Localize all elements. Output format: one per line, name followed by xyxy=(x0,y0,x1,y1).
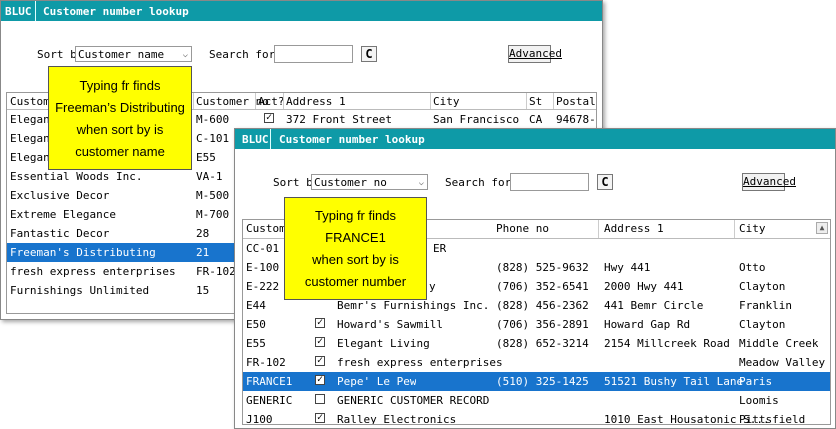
active-checkbox[interactable]: ✓ xyxy=(315,413,325,423)
refresh-button[interactable]: C xyxy=(597,174,613,190)
refresh-icon: C xyxy=(601,175,609,189)
table-row[interactable]: J100 ✓ Ralley Electronics 1010 East Hous… xyxy=(243,410,830,425)
callout-sort-by-name: Typing fr finds Freeman’s Distributing w… xyxy=(48,66,192,170)
sort-by-select[interactable]: Customer no ⌵ xyxy=(311,174,428,190)
col-header-phone[interactable]: Phone no xyxy=(496,222,549,235)
table-row[interactable]: E55 ✓ Elegant Living (828) 652-3214 2154… xyxy=(243,334,830,353)
app-code: BLUC xyxy=(5,5,32,18)
table-row[interactable]: FR-102 ✓ fresh express enterprises Meado… xyxy=(243,353,830,372)
search-for-label: Search for xyxy=(445,176,512,189)
refresh-icon: C xyxy=(365,47,373,61)
scroll-up-button[interactable]: ▲ xyxy=(816,222,828,234)
col-header-active[interactable]: Act? xyxy=(258,95,285,108)
title-bar: BLUC Customer number lookup xyxy=(235,129,835,149)
refresh-button[interactable]: C xyxy=(361,46,377,62)
table-row[interactable]: E50 ✓ Howard's Sawmill (706) 356-2891 Ho… xyxy=(243,315,830,334)
search-input[interactable] xyxy=(274,45,353,63)
chevron-down-icon: ⌵ xyxy=(418,178,424,188)
active-checkbox[interactable]: ✓ xyxy=(315,356,325,366)
col-header-state[interactable]: St xyxy=(529,95,542,108)
col-header-city[interactable]: City xyxy=(433,95,460,108)
active-checkbox[interactable]: ✓ xyxy=(315,318,325,328)
search-for-label: Search for xyxy=(209,48,276,61)
callout-sort-by-number: Typing fr finds FRANCE1 when sort by is … xyxy=(284,197,427,300)
title-bar: BLUC Customer number lookup xyxy=(1,1,602,21)
col-header-city[interactable]: City xyxy=(739,222,766,235)
table-row-selected[interactable]: FRANCE1 ✓ Pepe' Le Pew (510) 325-1425 51… xyxy=(243,372,830,391)
active-checkbox[interactable]: ✓ xyxy=(264,113,274,123)
advanced-button[interactable]: Advanced xyxy=(508,45,562,63)
advanced-button[interactable]: Advanced xyxy=(742,173,796,191)
active-checkbox[interactable] xyxy=(315,394,325,404)
active-checkbox[interactable]: ✓ xyxy=(315,337,325,347)
app-code: BLUC xyxy=(242,133,269,146)
search-input[interactable] xyxy=(510,173,589,191)
sort-by-select[interactable]: Customer name ⌵ xyxy=(75,46,192,62)
window-title: Customer number lookup xyxy=(43,5,189,18)
chevron-down-icon: ⌵ xyxy=(182,50,188,60)
table-row[interactable]: GENERIC GENERIC CUSTOMER RECORD Loomis xyxy=(243,391,830,410)
active-checkbox[interactable]: ✓ xyxy=(315,375,325,385)
col-header-postal[interactable]: Postal xyxy=(556,95,596,108)
col-header-address1[interactable]: Address 1 xyxy=(286,95,346,108)
col-header-address1[interactable]: Address 1 xyxy=(604,222,664,235)
window-title: Customer number lookup xyxy=(279,133,425,146)
